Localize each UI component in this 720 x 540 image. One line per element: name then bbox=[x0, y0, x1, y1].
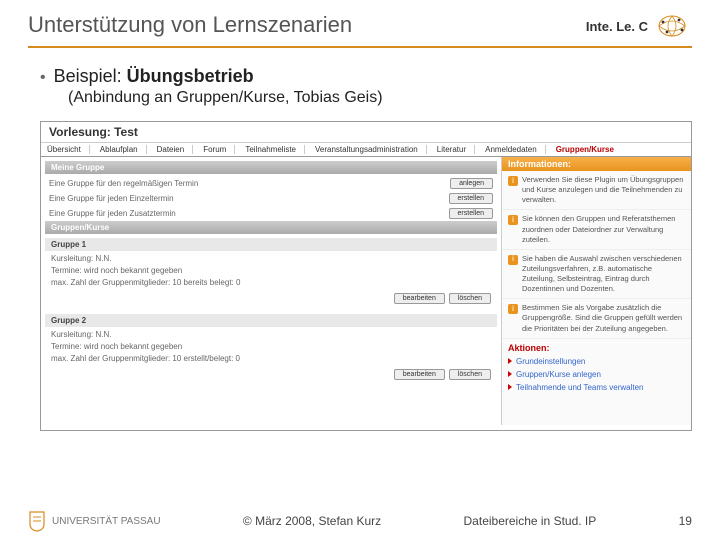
footer-copyright: © März 2008, Stefan Kurz bbox=[243, 514, 381, 528]
bullet-subtext: (Anbindung an Gruppen/Kurse, Tobias Geis… bbox=[68, 89, 692, 107]
tab-teilnahmeliste[interactable]: Teilnahmeliste bbox=[245, 145, 305, 154]
bullet-dot: • bbox=[40, 69, 46, 87]
tab-anmeldedaten[interactable]: Anmeldedaten bbox=[485, 145, 546, 154]
tab-gruppen-kurse[interactable]: Gruppen/Kurse bbox=[556, 145, 622, 154]
erstellen-button[interactable]: erstellen bbox=[449, 208, 493, 219]
play-icon bbox=[508, 358, 512, 364]
info-item: iSie haben die Auswahl zwischen verschie… bbox=[502, 250, 691, 300]
aktion-gruppen-anlegen[interactable]: Gruppen/Kurse anlegen bbox=[502, 368, 691, 381]
tab-forum[interactable]: Forum bbox=[203, 145, 235, 154]
info-icon: i bbox=[508, 176, 518, 186]
footer-center: Dateibereiche in Stud. IP bbox=[464, 514, 597, 528]
info-header: Informationen: bbox=[502, 157, 691, 171]
group-header: Gruppe 1 bbox=[45, 238, 497, 251]
bearbeiten-button[interactable]: bearbeiten bbox=[394, 293, 445, 304]
create-row: Eine Gruppe für den regelmäßigen Termin … bbox=[45, 176, 497, 191]
tab-dateien[interactable]: Dateien bbox=[157, 145, 194, 154]
create-row: Eine Gruppe für jeden Zusatztermin erste… bbox=[45, 206, 497, 221]
play-icon bbox=[508, 371, 512, 377]
info-icon: i bbox=[508, 215, 518, 225]
slide-title: Unterstützung von Lernszenarien bbox=[28, 12, 352, 38]
shield-icon bbox=[28, 510, 46, 532]
tab-literatur[interactable]: Literatur bbox=[437, 145, 475, 154]
erstellen-button[interactable]: erstellen bbox=[449, 193, 493, 204]
section-meine-gruppe: Meine Gruppe bbox=[45, 161, 497, 174]
tab-bar: Übersicht Ablaufplan Dateien Forum Teiln… bbox=[41, 143, 691, 157]
globe-icon bbox=[652, 12, 692, 40]
tab-uebersicht[interactable]: Übersicht bbox=[47, 145, 90, 154]
lecture-title: Vorlesung: Test bbox=[41, 122, 691, 143]
bearbeiten-button[interactable]: bearbeiten bbox=[394, 369, 445, 380]
main-panel: Meine Gruppe Eine Gruppe für den regelmä… bbox=[41, 157, 501, 425]
tab-administration[interactable]: Veranstaltungsadministration bbox=[315, 145, 427, 154]
section-gruppen-kurse: Gruppen/Kurse bbox=[45, 221, 497, 234]
app-screenshot: Vorlesung: Test Übersicht Ablaufplan Dat… bbox=[40, 121, 692, 431]
aktionen-header: Aktionen: bbox=[502, 339, 691, 355]
tab-ablaufplan[interactable]: Ablaufplan bbox=[100, 145, 147, 154]
aktion-teams-verwalten[interactable]: Teilnahmende und Teams verwalten bbox=[502, 381, 691, 394]
page-number: 19 bbox=[679, 514, 692, 528]
play-icon bbox=[508, 384, 512, 390]
loeschen-button[interactable]: löschen bbox=[449, 293, 491, 304]
university-logo: UNIVERSITÄT PASSAU bbox=[28, 510, 161, 532]
info-item: iVerwenden Sie diese Plugin um Übungsgru… bbox=[502, 171, 691, 210]
loeschen-button[interactable]: löschen bbox=[449, 369, 491, 380]
create-row: Eine Gruppe für jeden Einzeltermin erste… bbox=[45, 191, 497, 206]
intelec-logo: Inte. Le. C bbox=[586, 12, 692, 40]
info-icon: i bbox=[508, 304, 518, 314]
group-header: Gruppe 2 bbox=[45, 314, 497, 327]
group-body: Kursleitung: N.N. Termine: wird noch bek… bbox=[45, 327, 497, 367]
bullet-text: Beispiel: Übungsbetrieb bbox=[54, 66, 254, 87]
info-item: iSie können den Gruppen und Referatsthem… bbox=[502, 210, 691, 249]
group-body: Kursleitung: N.N. Termine: wird noch bek… bbox=[45, 251, 497, 291]
info-icon: i bbox=[508, 255, 518, 265]
aktion-grundeinstellungen[interactable]: Grundeinstellungen bbox=[502, 355, 691, 368]
info-panel: Informationen: iVerwenden Sie diese Plug… bbox=[501, 157, 691, 425]
info-item: iBestimmen Sie als Vorgabe zusätzlich di… bbox=[502, 299, 691, 338]
anlegen-button[interactable]: anlegen bbox=[450, 178, 493, 189]
